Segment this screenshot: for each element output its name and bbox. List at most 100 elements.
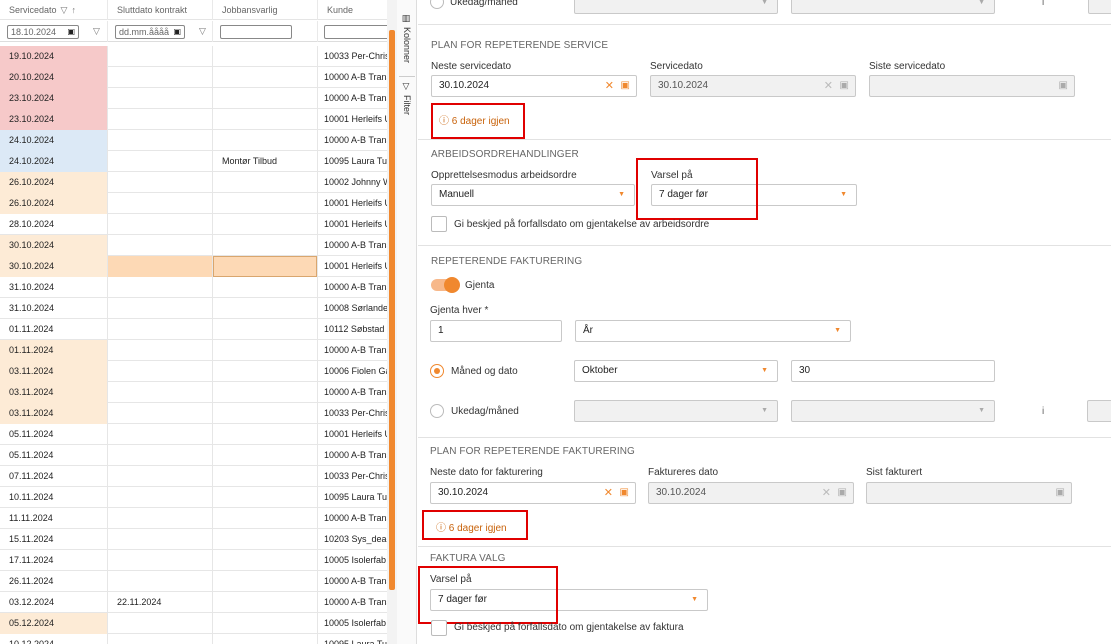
table-cell-kunde[interactable]: 10001 Herleifs U (318, 214, 396, 235)
table-row[interactable]: 10.11.2024 10095 Laura Tuc (0, 487, 396, 508)
table-cell-kunde[interactable]: 10203 Sys_deac (318, 529, 396, 550)
filter-tab[interactable]: ▽ Filter (400, 82, 414, 115)
table-cell-slutt[interactable] (108, 571, 213, 592)
table-cell-date[interactable]: 03.11.2024 (0, 403, 108, 424)
table-cell-slutt[interactable] (108, 256, 213, 277)
table-cell-date[interactable]: 23.10.2024 (0, 109, 108, 130)
table-cell-kunde[interactable]: 10095 Laura Tuc (318, 487, 396, 508)
month-date-radio[interactable] (430, 364, 444, 378)
table-cell-slutt[interactable] (108, 424, 213, 445)
table-cell-date[interactable]: 07.11.2024 (0, 466, 108, 487)
table-row[interactable]: 26.11.2024 10000 A-B Trans (0, 571, 396, 592)
table-cell-slutt[interactable] (108, 109, 213, 130)
table-cell-jobb[interactable] (213, 529, 318, 550)
table-cell-slutt[interactable] (108, 88, 213, 109)
table-cell-slutt[interactable] (108, 508, 213, 529)
table-cell-slutt[interactable] (108, 277, 213, 298)
table-cell-jobb[interactable] (213, 67, 318, 88)
table-cell-kunde[interactable]: 10002 Johnny W (318, 172, 396, 193)
table-row[interactable]: 20.10.2024 10000 A-B Trans (0, 67, 396, 88)
workorder-notify-checkbox[interactable] (431, 216, 447, 232)
table-cell-date[interactable]: 26.10.2024 (0, 172, 108, 193)
repeat-toggle[interactable] (431, 277, 460, 293)
table-cell-jobb[interactable] (213, 277, 318, 298)
table-row[interactable]: 15.11.2024 10203 Sys_deac (0, 529, 396, 550)
table-cell-date[interactable]: 24.10.2024 (0, 130, 108, 151)
table-cell-kunde[interactable]: 10000 A-B Trans (318, 508, 396, 529)
table-cell-jobb[interactable] (213, 193, 318, 214)
calendar-icon[interactable]: ▣ (173, 26, 181, 38)
table-cell-jobb[interactable]: Montør Tilbud (213, 151, 318, 172)
table-cell-kunde[interactable]: 10000 A-B Trans (318, 445, 396, 466)
repeat-every-input[interactable]: 1 (430, 320, 562, 342)
day-input-top[interactable] (1088, 0, 1111, 14)
table-cell-date[interactable]: 23.10.2024 (0, 88, 108, 109)
columns-tab[interactable]: ▥ Kolonner (400, 14, 414, 63)
month-select-top[interactable]: ▼ (791, 0, 995, 14)
table-cell-date[interactable]: 05.12.2024 (0, 613, 108, 634)
table-cell-jobb[interactable] (213, 361, 318, 382)
clear-icon[interactable]: ✕ (605, 76, 614, 96)
table-cell-slutt[interactable] (108, 382, 213, 403)
table-cell-jobb[interactable] (213, 613, 318, 634)
weekday-select[interactable]: ▼ (574, 400, 778, 422)
calendar-icon[interactable]: ▣ (620, 483, 629, 503)
table-cell-kunde[interactable]: 10001 Herleifs U (318, 193, 396, 214)
table-cell-jobb[interactable] (213, 466, 318, 487)
last-service-date-input[interactable]: ▣ (869, 75, 1075, 97)
table-cell-jobb[interactable] (213, 592, 318, 613)
table-cell-jobb[interactable] (213, 88, 318, 109)
table-cell-date[interactable]: 17.11.2024 (0, 550, 108, 571)
table-cell-jobb[interactable] (213, 256, 318, 277)
table-cell-slutt[interactable] (108, 214, 213, 235)
table-cell-date[interactable]: 30.10.2024 (0, 235, 108, 256)
table-row[interactable]: 31.10.2024 10000 A-B Trans (0, 277, 396, 298)
table-row[interactable]: 11.11.2024 10000 A-B Trans (0, 508, 396, 529)
col-header-kunde[interactable]: Kunde (318, 0, 396, 20)
workorder-mode-select[interactable]: Manuell ▼ (431, 184, 635, 206)
table-row[interactable]: 07.11.2024 10033 Per-Chris (0, 466, 396, 487)
table-cell-date[interactable]: 30.10.2024 (0, 256, 108, 277)
table-row[interactable]: 01.11.2024 10000 A-B Trans (0, 340, 396, 361)
table-cell-date[interactable]: 10.12.2024 (0, 634, 108, 644)
table-cell-kunde[interactable]: 10000 A-B Trans (318, 67, 396, 88)
filter-icon[interactable]: ▽ (61, 5, 68, 15)
table-cell-jobb[interactable] (213, 130, 318, 151)
servicedato-filter-input[interactable]: 18.10.2024 ▣ (7, 25, 79, 39)
weekday-select-top[interactable]: ▼ (574, 0, 778, 14)
table-cell-jobb[interactable] (213, 172, 318, 193)
table-cell-jobb[interactable] (213, 109, 318, 130)
table-cell-slutt[interactable] (108, 634, 213, 644)
table-cell-date[interactable]: 31.10.2024 (0, 298, 108, 319)
table-cell-date[interactable]: 28.10.2024 (0, 214, 108, 235)
table-cell-kunde[interactable]: 10000 A-B Trans (318, 88, 396, 109)
table-cell-kunde[interactable]: 10005 Isolerfab (318, 613, 396, 634)
table-cell-slutt[interactable] (108, 319, 213, 340)
table-cell-jobb[interactable] (213, 424, 318, 445)
table-cell-slutt[interactable] (108, 130, 213, 151)
table-row[interactable]: 26.10.2024 10001 Herleifs U (0, 193, 396, 214)
sluttdato-filter-input[interactable]: dd.mm.åååå ▣ (115, 25, 185, 39)
table-cell-slutt[interactable] (108, 487, 213, 508)
calendar-icon[interactable]: ▣ (67, 26, 75, 38)
table-cell-slutt[interactable] (108, 67, 213, 88)
table-cell-jobb[interactable] (213, 487, 318, 508)
table-cell-date[interactable]: 19.10.2024 (0, 46, 108, 67)
table-cell-slutt[interactable] (108, 235, 213, 256)
last-invoiced-input[interactable]: ▣ (866, 482, 1072, 504)
weekday-month-radio[interactable] (430, 404, 444, 418)
table-cell-jobb[interactable] (213, 508, 318, 529)
table-cell-jobb[interactable] (213, 235, 318, 256)
table-cell-kunde[interactable]: 10001 Herleifs U (318, 256, 396, 277)
weekday-month-radio-top[interactable] (430, 0, 444, 9)
clear-icon[interactable]: ✕ (604, 483, 613, 503)
table-cell-slutt[interactable]: 22.11.2024 (108, 592, 213, 613)
table-cell-jobb[interactable] (213, 319, 318, 340)
filter-icon[interactable]: ▽ (199, 26, 206, 37)
table-cell-kunde[interactable]: 10000 A-B Trans (318, 277, 396, 298)
table-row[interactable]: 03.11.2024 10033 Per-Chris (0, 403, 396, 424)
table-cell-date[interactable]: 03.12.2024 (0, 592, 108, 613)
table-cell-jobb[interactable] (213, 445, 318, 466)
table-row[interactable]: 03.11.2024 10000 A-B Trans (0, 382, 396, 403)
table-row[interactable]: 31.10.2024 10008 Sørlande (0, 298, 396, 319)
